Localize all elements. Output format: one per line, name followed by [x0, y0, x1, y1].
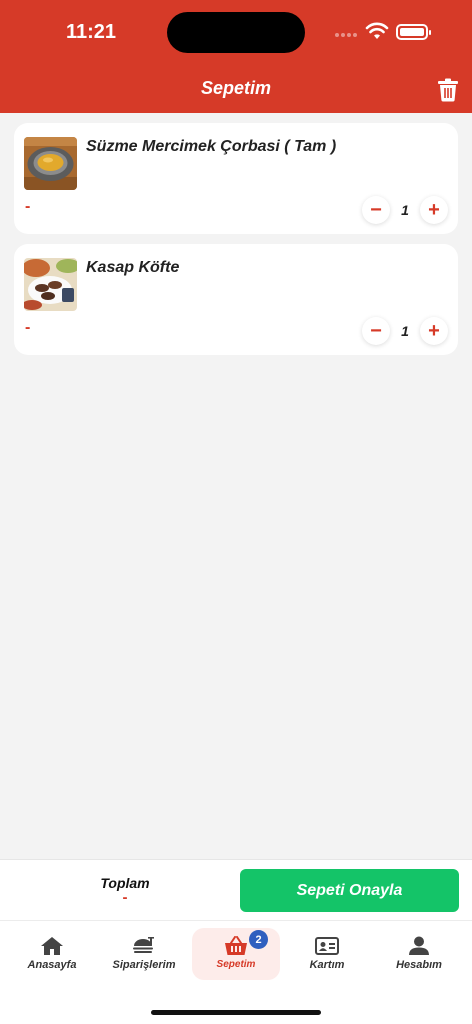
- quantity-stepper: − 1 +: [362, 317, 448, 345]
- tab-card[interactable]: Kartım: [283, 928, 371, 980]
- id-card-icon: [315, 937, 339, 955]
- quantity-stepper: − 1 +: [362, 196, 448, 224]
- dynamic-island: [167, 12, 305, 53]
- tab-label: Kartım: [309, 959, 345, 971]
- battery-icon: [396, 24, 431, 40]
- tab-label: Sepetim: [216, 959, 256, 970]
- confirm-cart-button[interactable]: Sepeti Onayla: [240, 869, 459, 912]
- home-icon: [41, 937, 63, 955]
- decrease-quantity-button[interactable]: −: [362, 317, 390, 345]
- tab-cart[interactable]: Sepetim 2: [192, 928, 280, 980]
- increase-quantity-button[interactable]: +: [420, 317, 448, 345]
- increase-quantity-button[interactable]: +: [420, 196, 448, 224]
- cart-item-card: Süzme Mercimek Çorbasi ( Tam ) - − 1 +: [14, 123, 458, 234]
- food-orders-icon: [133, 937, 154, 953]
- cellular-signal-icon: [335, 33, 359, 39]
- cart-item-name: Kasap Köfte: [86, 259, 180, 276]
- tab-label: Anasayfa: [27, 959, 77, 971]
- bottom-tab-bar: Anasayfa Siparişlerim Sepetim 2 Kartım H…: [0, 920, 472, 1024]
- cart-item-card: Kasap Köfte - − 1 +: [14, 244, 458, 355]
- product-image-kofte: [24, 258, 77, 311]
- decrease-quantity-button[interactable]: −: [362, 196, 390, 224]
- status-time: 11:21: [66, 21, 117, 43]
- quantity-value: 1: [401, 202, 409, 218]
- wifi-icon: [365, 22, 389, 39]
- product-image-lentil-soup: [24, 137, 77, 190]
- quantity-value: 1: [401, 323, 409, 339]
- cart-count-badge: 2: [249, 930, 268, 949]
- cart-item-price: -: [25, 319, 31, 336]
- total-value: -: [122, 889, 128, 906]
- user-icon: [409, 936, 429, 955]
- cart-item-price: -: [25, 198, 31, 215]
- tab-home[interactable]: Anasayfa: [8, 928, 96, 980]
- tab-label: Siparişlerim: [112, 959, 176, 971]
- cart-item-name: Süzme Mercimek Çorbasi ( Tam ): [86, 138, 337, 155]
- home-indicator: [151, 1010, 321, 1015]
- app-header: 11:21 Sepetim: [0, 0, 472, 113]
- cart-summary-bar: Toplam - Sepeti Onayla: [0, 859, 472, 920]
- tab-account[interactable]: Hesabım: [375, 928, 463, 980]
- page-title: Sepetim: [200, 78, 272, 98]
- trash-icon[interactable]: [437, 78, 459, 102]
- tab-label: Hesabım: [396, 959, 442, 971]
- tab-orders[interactable]: Siparişlerim: [100, 928, 188, 980]
- basket-icon: [225, 936, 247, 955]
